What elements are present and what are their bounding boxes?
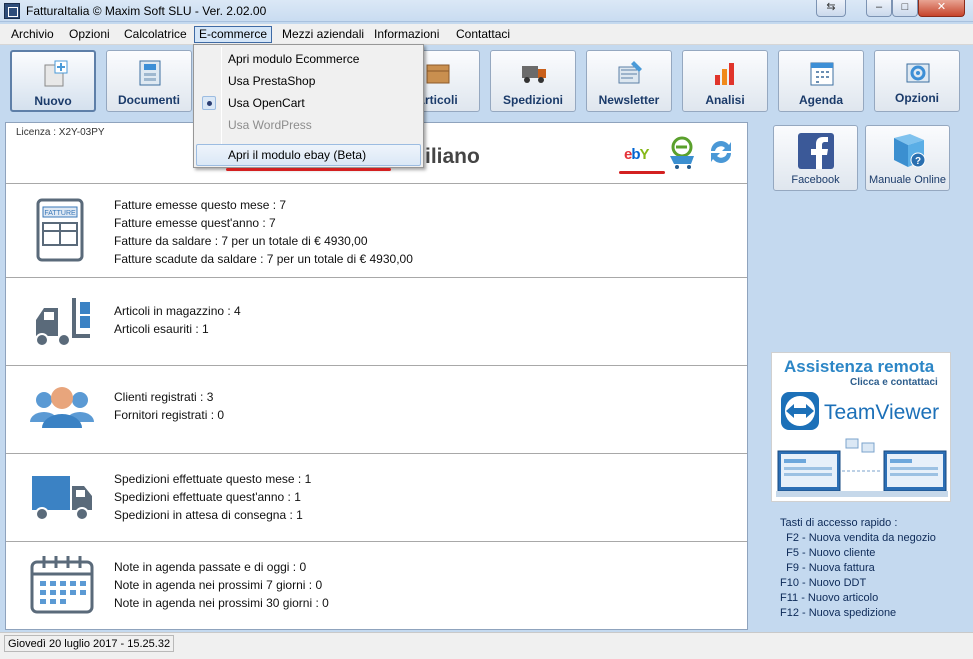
remote-computers-icon xyxy=(776,438,948,497)
teamviewer-remote-assistance[interactable]: Assistenza remota Clicca e contattaci Te… xyxy=(771,352,951,502)
shortcut-f2: F2 - Nuova vendita da negozio xyxy=(780,532,936,544)
delivery-truck-icon xyxy=(32,476,92,521)
stat-suppliers: Fornitori registrati : 0 xyxy=(114,408,225,422)
menu-opzioni[interactable]: Opzioni xyxy=(64,26,115,43)
stat-agenda-30days: Note in agenda nei prossimi 30 giorni : … xyxy=(114,596,329,610)
stat-shipments-month: Spedizioni effettuate questo mese : 1 xyxy=(114,472,312,486)
settings-icon xyxy=(906,63,930,83)
dashboard-panel: Licenza : X2Y-03PY iliano ebY FATTURE Fa… xyxy=(5,122,748,630)
shortcuts-list: Tasti di accesso rapido : F2 - Nuova ven… xyxy=(780,516,936,621)
stat-articles-stock: Articoli in magazzino : 4 xyxy=(114,304,241,318)
teamviewer-logo-icon xyxy=(781,392,819,430)
spedizioni-button[interactable]: Spedizioni xyxy=(490,50,576,112)
people-icon xyxy=(30,387,94,428)
close-button[interactable]: ✕ xyxy=(918,0,965,17)
stat-articles-out: Articoli esauriti : 1 xyxy=(114,322,209,336)
agenda-button[interactable]: Agenda xyxy=(778,50,864,112)
svg-text:?: ? xyxy=(915,156,921,167)
calendar-icon xyxy=(810,62,834,86)
status-datetime: Giovedì 20 luglio 2017 - 15.25.32 xyxy=(4,635,175,652)
menu-contattaci[interactable]: Contattaci xyxy=(451,26,515,43)
company-name: iliano xyxy=(425,145,480,168)
opzioni-button[interactable]: Opzioni xyxy=(874,50,960,112)
ebay-menu-annotation-underline xyxy=(226,168,391,171)
menu-calcolatrice[interactable]: Calcolatrice xyxy=(119,26,192,43)
menu-ecommerce[interactable]: E-commerce xyxy=(194,26,273,43)
restore-icon[interactable]: ⇆ xyxy=(816,0,846,17)
title-bar: FatturaItalia © Maxim Soft SLU - Ver. 2.… xyxy=(0,0,973,22)
license-label: Licenza : X2Y-03PY xyxy=(16,127,105,138)
stat-clients: Clienti registrati : 3 xyxy=(114,390,214,404)
menu-mezzi-aziendali[interactable]: Mezzi aziendali xyxy=(277,26,369,43)
stat-invoices-year: Fatture emesse quest'anno : 7 xyxy=(114,216,276,230)
shortcut-f9: F9 - Nuova fattura xyxy=(780,562,875,574)
stat-invoices-to-pay: Fatture da saldare : 7 per un totale di … xyxy=(114,234,368,248)
forklift-icon xyxy=(35,298,90,347)
new-document-icon xyxy=(44,60,68,87)
remote-assistance-subtitle: Clicca e contattaci xyxy=(850,377,938,388)
radio-checked-icon xyxy=(202,96,216,110)
menu-open-ebay-module[interactable]: Apri il modulo ebay (Beta) xyxy=(196,144,421,166)
teamviewer-brand: TeamViewer xyxy=(824,401,940,424)
menu-archivio[interactable]: Archivio xyxy=(6,26,59,43)
newsletter-icon xyxy=(618,61,642,84)
stat-agenda-past: Note in agenda passate e di oggi : 0 xyxy=(114,560,307,574)
window-title: FatturaItalia © Maxim Soft SLU - Ver. 2.… xyxy=(26,4,267,18)
menu-use-opencart[interactable]: Usa OpenCart xyxy=(196,92,421,114)
stat-agenda-7days: Note in agenda nei prossimi 7 giorni : 0 xyxy=(114,578,323,592)
invoices-icon-label: FATTURE xyxy=(44,210,76,217)
box-icon xyxy=(426,64,450,84)
agenda-section: Note in agenda passate e di oggi : 0 Not… xyxy=(6,542,747,630)
refresh-icon[interactable] xyxy=(706,137,736,167)
facebook-icon xyxy=(798,133,834,169)
toolbar: Nuovo Documenti Articoli Spedizioni News… xyxy=(0,46,973,118)
manual-online-button[interactable]: ? Manuale Online xyxy=(865,125,950,191)
facebook-button[interactable]: Facebook xyxy=(773,125,858,191)
remote-assistance-title: Assistenza remota xyxy=(784,357,935,376)
ebay-logo-icon[interactable]: ebY xyxy=(624,146,650,163)
shortcuts-title: Tasti di accesso rapido : xyxy=(780,517,898,529)
stat-shipments-year: Spedizioni effettuate quest'anno : 1 xyxy=(114,490,301,504)
shortcut-f10: F10 - Nuovo DDT xyxy=(780,577,867,589)
minimize-button[interactable]: – xyxy=(866,0,892,17)
ecommerce-dropdown-menu: Apri modulo Ecommerce Usa PrestaShop Usa… xyxy=(193,44,424,168)
app-icon xyxy=(4,3,20,19)
menu-informazioni[interactable]: Informazioni xyxy=(369,26,444,43)
menu-use-wordpress: Usa WordPress xyxy=(228,118,312,132)
help-manual-icon: ? xyxy=(894,134,926,168)
menu-open-ecommerce-module[interactable]: Apri modulo Ecommerce xyxy=(196,48,421,70)
menu-use-prestashop[interactable]: Usa PrestaShop xyxy=(196,70,421,92)
stat-invoices-month: Fatture emesse questo mese : 7 xyxy=(114,198,287,212)
contacts-section: Clienti registrati : 3 Fornitori registr… xyxy=(6,366,747,453)
maximize-button[interactable]: □ xyxy=(892,0,918,17)
stat-invoices-overdue: Fatture scadute da saldare : 7 per un to… xyxy=(114,252,413,266)
shortcut-f11: F11 - Nuovo articolo xyxy=(780,592,879,604)
analisi-button[interactable]: Analisi xyxy=(682,50,768,112)
bar-chart-icon xyxy=(715,63,734,85)
documenti-button[interactable]: Documenti xyxy=(106,50,192,112)
stat-shipments-pending: Spedizioni in attesa di consegna : 1 xyxy=(114,508,303,522)
warehouse-section: Articoli in magazzino : 4 Articoli esaur… xyxy=(6,278,747,365)
newsletter-button[interactable]: Newsletter xyxy=(586,50,672,112)
menu-bar: Archivio Opzioni Calcolatrice E-commerce… xyxy=(0,24,973,45)
nuovo-button[interactable]: Nuovo xyxy=(10,50,96,112)
shortcut-f12: F12 - Nuova spedizione xyxy=(780,607,897,619)
ebay-annotation-underline xyxy=(619,171,665,174)
ecommerce-cart-icon[interactable] xyxy=(666,136,698,170)
status-bar: Giovedì 20 luglio 2017 - 15.25.32 xyxy=(0,632,973,659)
truck-icon xyxy=(522,66,546,83)
shipments-section: Spedizioni effettuate questo mese : 1 Sp… xyxy=(6,454,747,541)
documents-icon xyxy=(139,60,161,86)
agenda-calendar-icon xyxy=(30,556,94,614)
invoices-icon: FATTURE xyxy=(36,198,84,262)
shortcut-f5: F5 - Nuovo cliente xyxy=(780,547,876,559)
invoices-section: FATTURE Fatture emesse questo mese : 7 F… xyxy=(6,184,747,277)
